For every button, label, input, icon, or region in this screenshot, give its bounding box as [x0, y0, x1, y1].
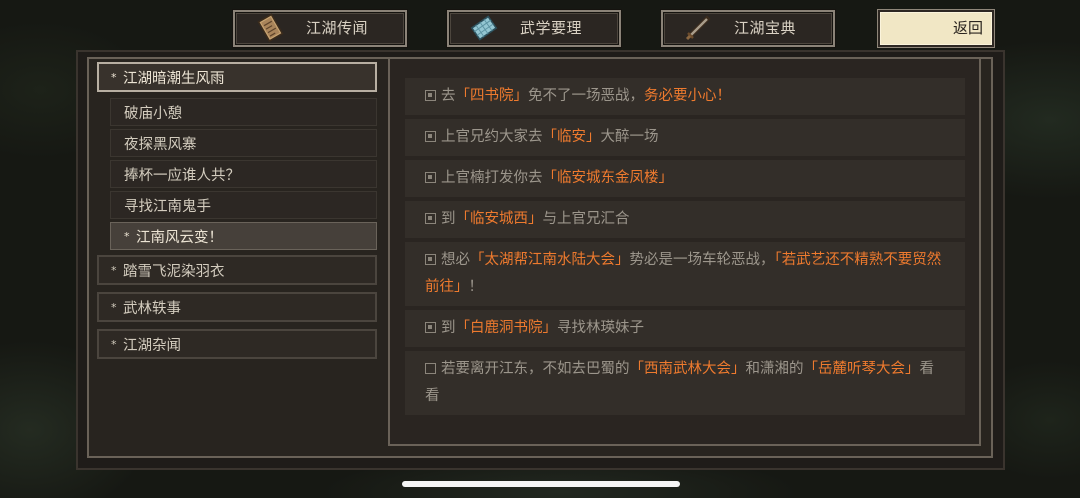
- objective-text: 到: [441, 320, 456, 336]
- objective-row: 想必「太湖帮江南水陆大会」势必是一场车轮恶战，「若武艺还不精熟不要贸然前往」！: [405, 242, 965, 306]
- quest-label: 江南风云变！: [136, 229, 223, 246]
- chapter-label: 踏雪飞泥染羽衣: [123, 263, 225, 280]
- checked-box-icon: [425, 254, 436, 265]
- quest-chapter-4-header[interactable]: * 江湖杂闻: [97, 329, 377, 359]
- quest-chapter-2-header[interactable]: * 踏雪飞泥染羽衣: [97, 255, 377, 285]
- objective-row: 去「四书院」免不了一场恶战，务必要小心！: [405, 78, 965, 115]
- objective-highlight-text: 「西南武林大会」: [629, 361, 746, 377]
- objective-row: 到「临安城西」与上官兄汇合: [405, 201, 965, 238]
- objective-text: 和潇湘的: [745, 361, 804, 377]
- tab-compendium[interactable]: 江湖宝典: [661, 10, 835, 47]
- objective-text: 若要离开江东，不如去巴蜀的: [441, 361, 630, 377]
- tab-label: 江湖传闻: [306, 19, 369, 37]
- objective-text: 免不了一场恶战，: [528, 88, 644, 104]
- objective-highlight-text: 「岳麓听琴大会」: [803, 361, 920, 377]
- chapter-marker: *: [111, 263, 117, 277]
- objective-text: 上官楠打发你去: [441, 170, 543, 186]
- objective-text: 势必是一场车轮恶战，: [629, 252, 775, 268]
- sword-icon: [683, 13, 713, 43]
- objective-text: 想必: [441, 252, 470, 268]
- tab-label: 江湖宝典: [734, 19, 797, 37]
- objective-highlight-text: 「四书院」: [455, 88, 529, 104]
- chapter-marker: *: [111, 300, 117, 314]
- checked-box-icon: [425, 131, 436, 142]
- objective-highlight-text: 「临安城东金凤楼」: [542, 170, 674, 186]
- checked-box-icon: [425, 213, 436, 224]
- tab-label: 武学要理: [520, 19, 583, 37]
- chapter-label: 江湖杂闻: [123, 337, 181, 354]
- chapter-marker: *: [111, 337, 117, 351]
- quest-label: 捧杯一应谁人共？: [124, 167, 240, 184]
- objective-text: 上官兄约大家去: [441, 129, 543, 145]
- quest-item[interactable]: 夜探黑风寨: [110, 129, 377, 157]
- objective-text: 到: [441, 211, 456, 227]
- chapter-marker: *: [111, 70, 117, 84]
- checked-box-icon: [425, 322, 436, 333]
- scroll-map-icon: [255, 13, 285, 43]
- chapter-label: 江湖暗潮生风雨: [123, 70, 225, 87]
- objective-highlight-text: 「太湖帮江南水陆大会」: [470, 252, 630, 268]
- objective-row: 到「白鹿洞书院」寻找林瑛妹子: [405, 310, 965, 347]
- objective-row: 若要离开江东，不如去巴蜀的「西南武林大会」和潇湘的「岳麓听琴大会」看看: [405, 351, 965, 415]
- home-indicator[interactable]: [402, 481, 680, 487]
- chapter-label: 武林轶事: [123, 300, 181, 317]
- quest-item[interactable]: 捧杯一应谁人共？: [110, 160, 377, 188]
- quest-marker: *: [124, 229, 130, 243]
- objective-list: 去「四书院」免不了一场恶战，务必要小心！ 上官兄约大家去「临安」大醉一场 上官楠…: [405, 78, 965, 415]
- objective-highlight-text: 「临安城西」: [455, 211, 543, 227]
- quest-chapter-1-quests: 破庙小憩 夜探黑风寨 捧杯一应谁人共？ 寻找江南鬼手 * 江南风云变！: [110, 98, 377, 250]
- unchecked-box-icon: [425, 363, 436, 374]
- quest-label: 破庙小憩: [124, 105, 182, 122]
- objective-highlight-text: 「临安」: [542, 129, 601, 145]
- objective-highlight-text: 务必要小心！: [644, 88, 731, 104]
- checked-box-icon: [425, 172, 436, 183]
- objective-text: 寻找林瑛妹子: [557, 320, 644, 336]
- objective-text: 大醉一场: [600, 129, 659, 145]
- quest-label: 寻找江南鬼手: [124, 198, 211, 215]
- objective-text: 去: [441, 88, 456, 104]
- objective-highlight-text: 「白鹿洞书院」: [455, 320, 558, 336]
- objective-text: 与上官兄汇合: [542, 211, 630, 227]
- objective-row: 上官兄约大家去「临安」大醉一场: [405, 119, 965, 156]
- quest-chapter-1-header[interactable]: * 江湖暗潮生风雨: [97, 62, 377, 92]
- quest-chapter-3-header[interactable]: * 武林轶事: [97, 292, 377, 322]
- objective-text: ！: [468, 279, 484, 295]
- quest-label: 夜探黑风寨: [124, 136, 197, 153]
- back-button[interactable]: 返回: [878, 10, 994, 47]
- tab-martial-principles[interactable]: 武学要理: [447, 10, 621, 47]
- checked-box-icon: [425, 90, 436, 101]
- quest-item-current[interactable]: * 江南风云变！: [110, 222, 377, 250]
- quest-list-panel: * 江湖暗潮生风雨 破庙小憩 夜探黑风寨 捧杯一应谁人共？ 寻找江南鬼手 * 江…: [97, 62, 377, 359]
- manual-book-icon: [469, 13, 499, 43]
- quest-item[interactable]: 破庙小憩: [110, 98, 377, 126]
- objective-row: 上官楠打发你去「临安城东金凤楼」: [405, 160, 965, 197]
- tab-rumors[interactable]: 江湖传闻: [233, 10, 407, 47]
- quest-item[interactable]: 寻找江南鬼手: [110, 191, 377, 219]
